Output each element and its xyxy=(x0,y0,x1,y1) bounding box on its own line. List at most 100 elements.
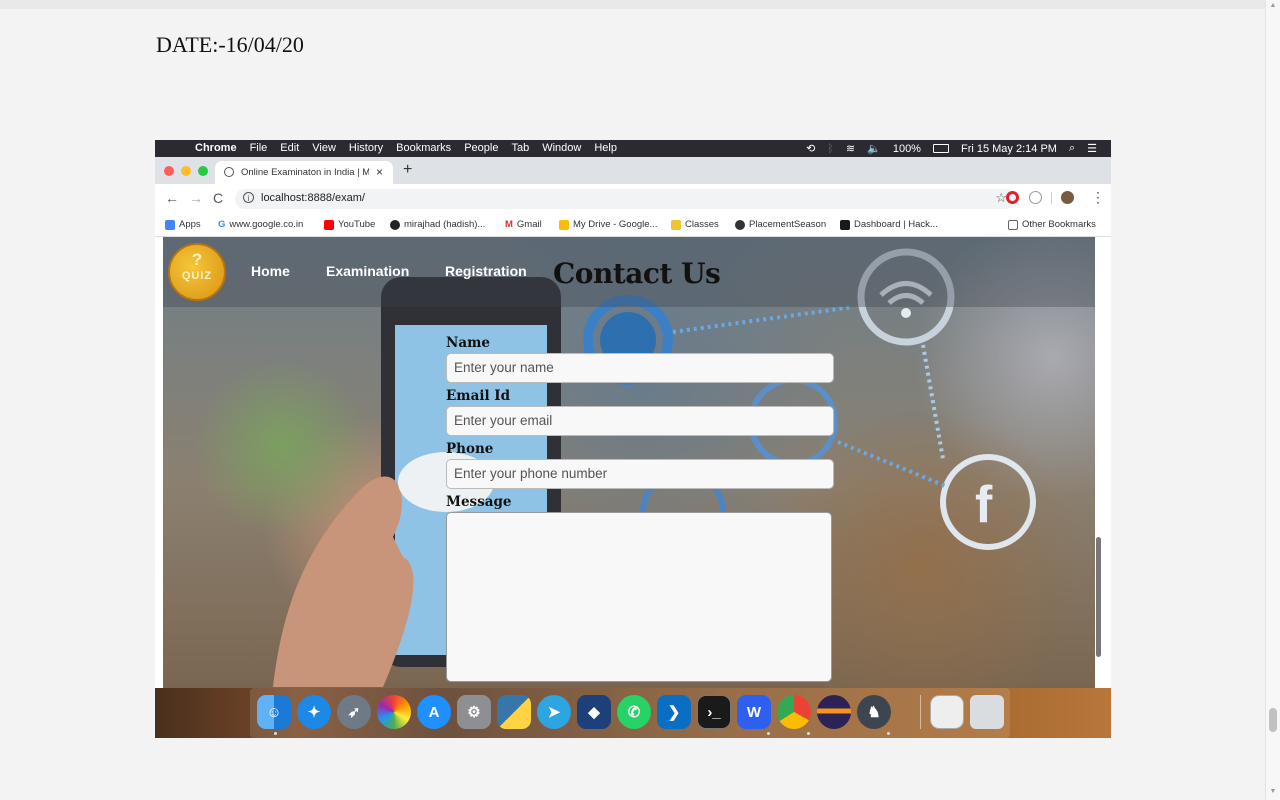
site-info-icon[interactable]: i xyxy=(243,192,254,203)
mamp-icon[interactable]: ♞ xyxy=(857,695,891,729)
menu-file[interactable]: File xyxy=(250,142,268,154)
menu-history[interactable]: History xyxy=(349,142,383,154)
bookmark-classes[interactable]: Classes xyxy=(671,219,719,230)
menu-help[interactable]: Help xyxy=(594,142,617,154)
nav-examination[interactable]: Examination xyxy=(326,263,409,279)
scroll-down-icon[interactable]: ▼ xyxy=(1269,788,1277,796)
bookmark-placementseason[interactable]: PlacementSeason xyxy=(735,219,826,230)
reload-icon[interactable]: C xyxy=(213,190,223,206)
github-icon xyxy=(390,219,400,230)
menubar-status: ⟲ ᛒ ≋ 🔈 100% Fri 15 May 2:14 PM ⌕ ☰ xyxy=(806,142,1097,155)
profile-avatar[interactable] xyxy=(1061,191,1074,204)
menu-edit[interactable]: Edit xyxy=(280,142,299,154)
viewport-scroll-thumb[interactable] xyxy=(1096,537,1101,657)
chrome-menu-icon[interactable]: ⋮ xyxy=(1091,189,1105,206)
screenshot-frame: Chrome File Edit View History Bookmarks … xyxy=(155,140,1111,738)
close-tab-icon[interactable]: × xyxy=(376,165,383,179)
apps-grid-icon xyxy=(165,219,175,230)
site-navbar: ? QUIZ Home Examination Registration Con… xyxy=(163,237,1103,307)
volume-icon[interactable]: 🔈 xyxy=(867,142,881,155)
logo-text: QUIZ xyxy=(181,270,213,282)
viewport-scrollbar[interactable] xyxy=(1095,237,1103,688)
bookmark-apps[interactable]: Apps xyxy=(165,219,201,230)
page-scroll-thumb[interactable] xyxy=(1269,708,1277,732)
menu-tab[interactable]: Tab xyxy=(511,142,529,154)
phone-input[interactable]: Enter your phone number xyxy=(446,459,834,489)
bluetooth-icon[interactable]: ᛒ xyxy=(827,143,834,155)
browser-toolbar: ← → C i localhost:8888/exam/ ☆ ⋮ xyxy=(155,184,1111,214)
bookmark-github[interactable]: mirajhad (hadish)... xyxy=(390,219,485,230)
finder-icon[interactable]: ☺ xyxy=(257,695,291,729)
virtualbox-icon[interactable]: ◆ xyxy=(577,695,611,729)
url-text[interactable]: localhost:8888/exam/ xyxy=(261,192,365,204)
trash-icon[interactable] xyxy=(970,695,1004,729)
clock[interactable]: Fri 15 May 2:14 PM xyxy=(961,143,1057,155)
bookmark-drive[interactable]: My Drive - Google... xyxy=(559,219,657,230)
menu-view[interactable]: View xyxy=(312,142,336,154)
hand-shape xyxy=(273,476,414,687)
email-input[interactable]: Enter your email xyxy=(446,406,834,436)
message-textarea[interactable] xyxy=(446,512,832,682)
photos-icon[interactable] xyxy=(377,695,411,729)
question-mark-icon: ? xyxy=(191,250,203,269)
scroll-up-icon[interactable]: ▲ xyxy=(1269,2,1277,10)
classroom-icon xyxy=(671,219,681,230)
menu-people[interactable]: People xyxy=(464,142,498,154)
new-tab-button[interactable]: + xyxy=(403,161,412,179)
back-icon[interactable]: ← xyxy=(165,190,179,206)
vscode-icon[interactable]: ❯ xyxy=(657,695,691,729)
dotted-line-2 xyxy=(837,440,949,489)
phone-label: Phone xyxy=(446,441,494,457)
terminal-icon[interactable]: ›_ xyxy=(697,695,731,729)
safari-icon[interactable]: ✦ xyxy=(297,695,331,729)
telegram-icon[interactable]: ➤ xyxy=(537,695,571,729)
page-scrollbar[interactable]: ▲ ▼ xyxy=(1265,0,1280,800)
facebook-glyph: f xyxy=(975,476,993,534)
time-machine-icon[interactable]: ⟲ xyxy=(806,142,815,155)
bookmark-youtube[interactable]: YouTube xyxy=(324,219,375,230)
notification-center-icon[interactable]: ☰ xyxy=(1087,142,1097,155)
wps-office-icon[interactable]: W xyxy=(737,695,771,729)
spotlight-icon[interactable]: ⌕ xyxy=(1069,142,1075,155)
menu-bookmarks[interactable]: Bookmarks xyxy=(396,142,451,154)
battery-icon[interactable] xyxy=(932,144,949,153)
extension-icon[interactable] xyxy=(1029,191,1042,204)
dotted-line-1 xyxy=(672,305,854,334)
bookmark-other[interactable]: Other Bookmarks xyxy=(1008,219,1096,230)
preview-icon[interactable] xyxy=(930,695,964,729)
globe-icon xyxy=(224,167,234,177)
whatsapp-icon[interactable]: ✆ xyxy=(617,695,651,729)
running-indicator xyxy=(807,732,810,735)
menu-app-chrome[interactable]: Chrome xyxy=(195,142,237,154)
dock-separator xyxy=(920,695,921,729)
quiz-logo[interactable]: ? QUIZ xyxy=(168,243,226,301)
system-preferences-icon[interactable]: ⚙ xyxy=(457,695,491,729)
folder-icon xyxy=(1008,219,1018,230)
nav-registration[interactable]: Registration xyxy=(445,263,527,279)
mac-menubar: Chrome File Edit View History Bookmarks … xyxy=(155,140,1111,157)
app-store-icon[interactable]: A xyxy=(417,695,451,729)
forward-icon[interactable]: → xyxy=(189,190,203,206)
menu-window[interactable]: Window xyxy=(542,142,581,154)
wifi-icon[interactable]: ≋ xyxy=(846,142,855,155)
minimize-window-button[interactable] xyxy=(181,166,191,176)
bookmark-hackerrank[interactable]: Dashboard | Hack... xyxy=(840,219,938,230)
nav-home[interactable]: Home xyxy=(251,263,290,279)
opera-icon[interactable] xyxy=(1006,191,1019,204)
page-viewport: f ? QUIZ Home Examination Registration C… xyxy=(163,237,1103,688)
eclipse-icon[interactable] xyxy=(817,695,851,729)
name-input[interactable]: Enter your name xyxy=(446,353,834,383)
placementseason-icon xyxy=(735,219,745,230)
tab-title: Online Examinaton in India | M xyxy=(241,167,369,178)
address-bar[interactable]: i localhost:8888/exam/ ☆ xyxy=(235,189,1015,209)
tab-active[interactable]: Online Examinaton in India | M × xyxy=(215,161,393,184)
close-window-button[interactable] xyxy=(164,166,174,176)
zoom-window-button[interactable] xyxy=(198,166,208,176)
python-icon[interactable] xyxy=(497,695,531,729)
bookmark-google[interactable]: Gwww.google.co.in xyxy=(218,219,303,230)
battery-percent[interactable]: 100% xyxy=(893,143,921,155)
launchpad-icon[interactable]: ➶ xyxy=(337,695,371,729)
bookmark-gmail[interactable]: M Gmail xyxy=(505,219,542,230)
chrome-icon[interactable] xyxy=(777,695,811,729)
mac-dock: ☺ ✦ ➶ A ⚙ ➤ ◆ ✆ ❯ ›_ W ♞ xyxy=(155,688,1111,738)
